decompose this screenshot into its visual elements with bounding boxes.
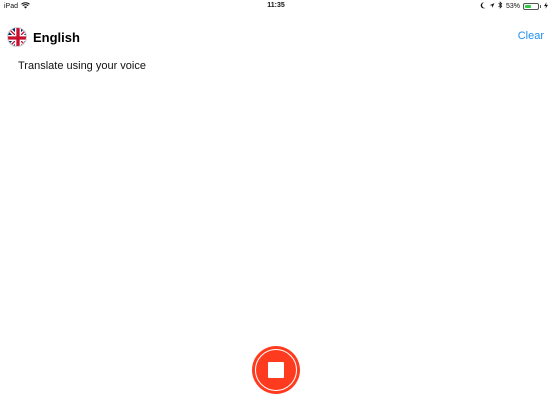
- charging-icon: [544, 1, 548, 11]
- language-name[interactable]: English: [33, 30, 80, 45]
- language-header: English Clear: [0, 24, 552, 52]
- bluetooth-icon: [498, 1, 503, 11]
- moon-icon: [480, 2, 486, 11]
- status-bar: iPad 11:35 53%: [0, 0, 552, 12]
- clear-button[interactable]: Clear: [518, 30, 544, 42]
- location-arrow-icon: [489, 2, 495, 11]
- battery-icon: [523, 2, 539, 10]
- stop-icon: [268, 362, 284, 378]
- uk-flag-icon[interactable]: [7, 27, 27, 47]
- stop-recording-button[interactable]: [252, 346, 300, 394]
- battery-cap: [540, 4, 541, 8]
- battery-level: [525, 4, 532, 8]
- battery-percent: 53%: [505, 2, 520, 10]
- status-time: 11:35: [267, 2, 285, 9]
- voice-hint-text: Translate using your voice: [18, 60, 146, 72]
- status-right: 53%: [480, 1, 548, 11]
